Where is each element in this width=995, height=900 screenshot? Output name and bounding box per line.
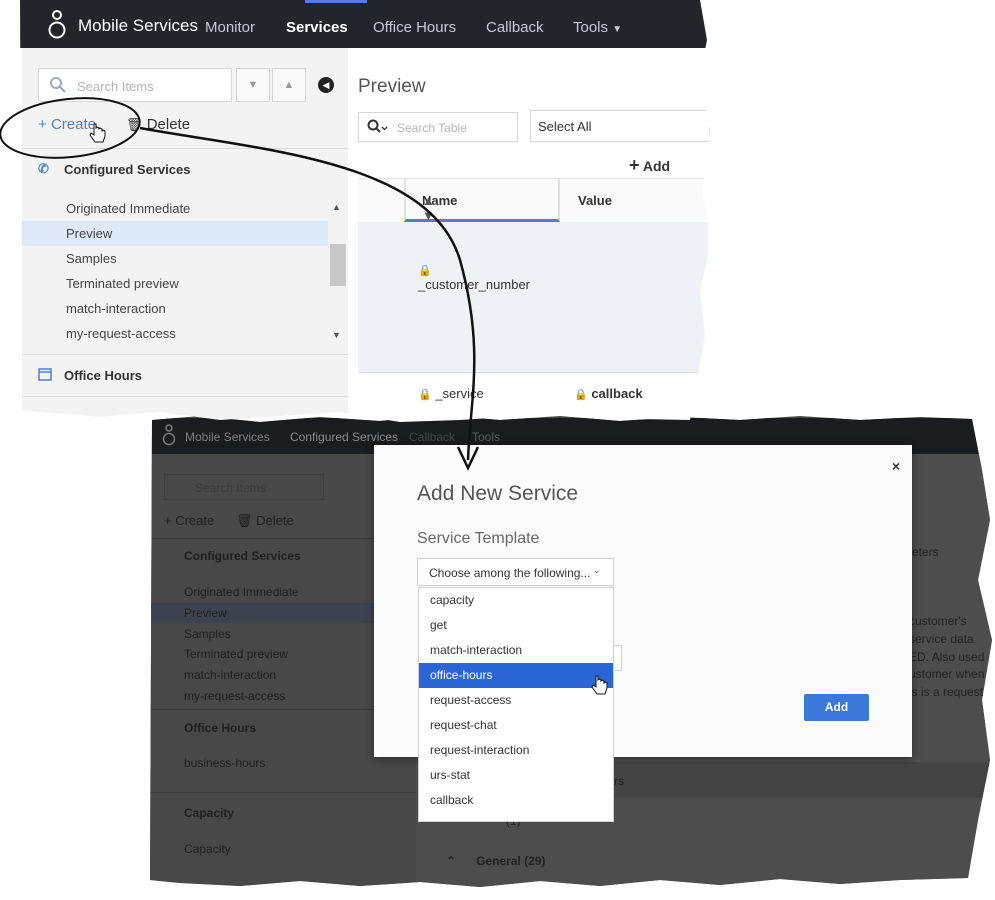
annotation-overlay bbox=[0, 97, 608, 695]
hand-cursor-icon bbox=[89, 123, 106, 143]
hand-cursor-icon bbox=[591, 675, 608, 695]
highlight-ellipse bbox=[0, 97, 141, 159]
callout-arrow bbox=[139, 126, 476, 461]
